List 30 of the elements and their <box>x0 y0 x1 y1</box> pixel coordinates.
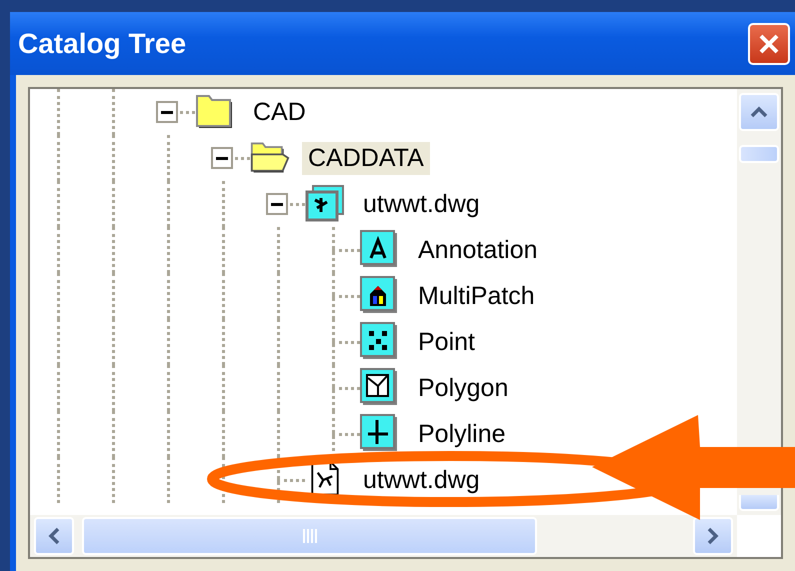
close-button[interactable] <box>748 22 790 64</box>
scroll-left-button[interactable] <box>34 517 74 555</box>
annotation-layer-icon <box>360 230 400 270</box>
polygon-layer-icon <box>360 368 400 408</box>
tree-item[interactable]: Annotation <box>412 234 544 266</box>
scrollbar-thumb[interactable] <box>739 145 779 163</box>
chevron-left-icon <box>48 527 60 545</box>
close-icon <box>757 32 781 56</box>
chevron-up-icon <box>750 106 768 118</box>
tree-item[interactable]: Polygon <box>412 372 514 404</box>
tree-item[interactable]: CADDATA <box>302 142 430 174</box>
cad-dataset-icon <box>305 184 345 224</box>
collapse-button[interactable] <box>266 193 288 215</box>
window-title: Catalog Tree <box>18 28 186 60</box>
grip-icon <box>302 529 318 543</box>
tree-item[interactable]: utwwt.dwg <box>357 188 486 220</box>
collapse-button[interactable] <box>211 147 233 169</box>
polyline-layer-icon <box>360 414 400 454</box>
multipatch-layer-icon <box>360 276 400 316</box>
scroll-up-button[interactable] <box>739 93 779 131</box>
tree-item[interactable]: Point <box>412 326 481 358</box>
scrollbar-thumb[interactable] <box>82 517 537 555</box>
tree-item[interactable]: utwwt.dwg <box>357 464 486 496</box>
tree-item[interactable]: Polyline <box>412 418 512 450</box>
scroll-right-button[interactable] <box>693 517 733 555</box>
point-layer-icon <box>360 322 400 362</box>
tree-item[interactable]: MultiPatch <box>412 280 541 312</box>
collapse-button[interactable] <box>156 101 178 123</box>
chevron-right-icon <box>707 527 719 545</box>
tree-item[interactable]: CAD <box>247 96 312 128</box>
